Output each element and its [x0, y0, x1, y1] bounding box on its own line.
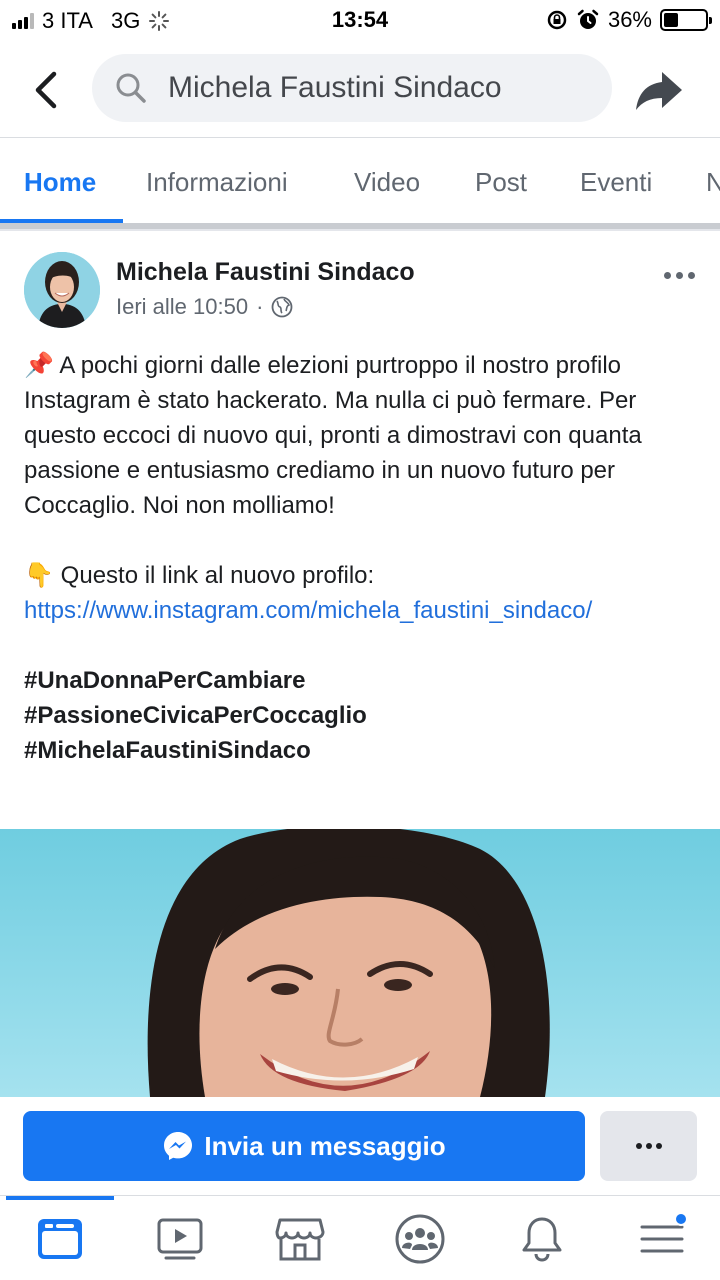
dot-icon [635, 1143, 642, 1149]
nav-marketplace[interactable] [274, 1214, 326, 1264]
alarm-clock-icon [577, 9, 599, 29]
dot-icon [664, 271, 671, 279]
notification-badge-dot [674, 1212, 688, 1226]
search-query: Michela Faustini Sindaco [168, 71, 502, 104]
dot-icon [645, 1143, 652, 1149]
watch-video-icon [157, 1218, 203, 1260]
tab-post[interactable]: Post [475, 139, 527, 223]
hashtag-link[interactable]: #MichelaFaustiniSindaco [24, 733, 704, 768]
avatar-portrait-icon [24, 252, 100, 328]
search-icon [116, 73, 146, 103]
back-arrow-icon[interactable] [26, 68, 66, 112]
nav-menu[interactable] [636, 1212, 688, 1264]
search-bar[interactable]: Michela Faustini Sindaco [92, 54, 612, 122]
hashtag-link[interactable]: #PassioneCivicaPerCoccaglio [24, 698, 704, 733]
post-author-name[interactable]: Michela Faustini Sindaco [116, 258, 415, 287]
share-icon[interactable] [634, 68, 684, 112]
tab-home[interactable]: Home [24, 139, 96, 223]
post-photo[interactable] [0, 829, 720, 1097]
page-header: Michela Faustini Sindaco [0, 40, 720, 138]
portrait-photo-image [0, 829, 720, 1097]
tab-video[interactable]: Video [354, 139, 420, 223]
page-tabs: Home Informazioni Video Post Eventi N [0, 139, 720, 223]
post-timestamp[interactable]: Ieri alle 10:50 [116, 294, 248, 320]
post-options-button[interactable] [664, 266, 698, 284]
bottom-navigation [0, 1195, 720, 1280]
status-right: 36% [546, 7, 712, 33]
pointing-down-emoji: 👇 [24, 562, 54, 589]
status-bar: 3 ITA 3G 13:54 36% [0, 0, 720, 40]
active-nav-indicator [6, 1196, 114, 1200]
news-feed-icon [38, 1219, 82, 1259]
messenger-icon [164, 1132, 193, 1160]
nav-groups[interactable] [394, 1214, 446, 1264]
rotation-lock-icon [547, 10, 567, 30]
dot-icon [655, 1143, 662, 1149]
notifications-bell-icon [522, 1217, 562, 1262]
tab-eventi[interactable]: Eventi [580, 139, 652, 223]
groups-icon [395, 1214, 445, 1264]
instagram-profile-link[interactable]: https://www.instagram.com/michela_fausti… [24, 597, 592, 624]
nav-news-feed[interactable] [34, 1214, 86, 1264]
more-actions-button[interactable] [600, 1111, 697, 1181]
link-intro: 👇 Questo il link al nuovo profilo: [24, 558, 704, 593]
marketplace-icon [275, 1218, 325, 1261]
public-globe-icon [272, 296, 293, 318]
battery-percentage: 36% [607, 7, 652, 32]
battery-icon [660, 9, 712, 31]
post-header: Michela Faustini Sindaco Ieri alle 10:50… [0, 248, 720, 338]
send-message-label: Invia un messaggio [204, 1130, 446, 1161]
post-text: 📌 A pochi giorni dalle elezioni purtropp… [24, 348, 704, 768]
send-message-button[interactable]: Invia un messaggio [23, 1111, 585, 1181]
post-paragraph-text: A pochi giorni dalle elezioni purtroppo … [24, 352, 642, 519]
post-paragraph: 📌 A pochi giorni dalle elezioni purtropp… [24, 348, 704, 523]
nav-notifications[interactable] [516, 1214, 568, 1264]
dot-icon [688, 271, 695, 279]
pushpin-emoji: 📌 [24, 352, 54, 379]
battery-fill [664, 13, 679, 27]
dot-icon [676, 271, 683, 279]
avatar[interactable] [24, 252, 100, 328]
section-divider-light [0, 229, 720, 231]
tab-next-truncated[interactable]: N [706, 139, 720, 223]
post-meta: Ieri alle 10:50 · [116, 294, 293, 320]
nav-watch[interactable] [154, 1214, 206, 1264]
tab-informazioni[interactable]: Informazioni [146, 139, 288, 223]
page-action-bar: Invia un messaggio [0, 1097, 720, 1195]
meta-separator: · [256, 294, 264, 319]
link-intro-text: Questo il link al nuovo profilo: [60, 562, 375, 589]
hashtag-link[interactable]: #UnaDonnaPerCambiare [24, 663, 704, 698]
